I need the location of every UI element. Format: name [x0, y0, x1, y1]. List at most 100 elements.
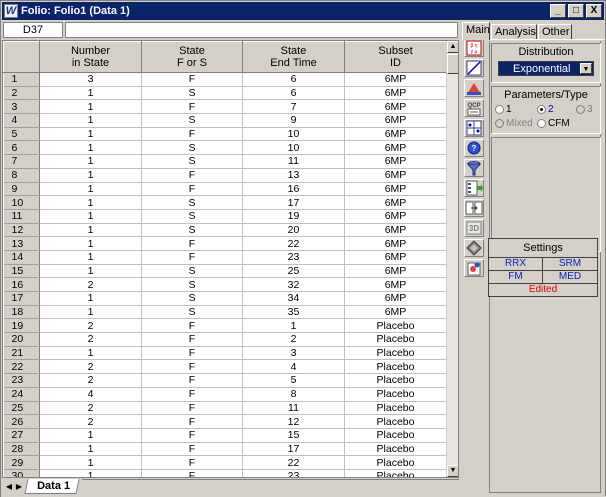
row-number[interactable]: 4: [3, 113, 40, 128]
table-row[interactable]: 15 1 S 25 6MP: [3, 264, 447, 279]
table-cell[interactable]: Placebo: [344, 387, 447, 402]
param-radio-mixed[interactable]: Mixed: [495, 118, 533, 129]
table-cell[interactable]: 35: [242, 305, 345, 320]
setting-srm[interactable]: SRM: [543, 258, 597, 271]
table-cell[interactable]: 6MP: [344, 182, 447, 197]
table-cell[interactable]: 1: [39, 250, 142, 265]
table-row[interactable]: 8 1 F 13 6MP: [3, 168, 447, 183]
table-cell[interactable]: 17: [242, 195, 345, 210]
add-folio-icon[interactable]: [464, 259, 484, 277]
table-cell[interactable]: 23: [242, 250, 345, 265]
cell-value-input[interactable]: [65, 22, 458, 38]
table-cell[interactable]: 10: [242, 127, 345, 142]
row-number[interactable]: 25: [3, 401, 40, 416]
filter-icon[interactable]: [464, 159, 484, 177]
row-number[interactable]: 24: [3, 387, 40, 402]
tab-main[interactable]: Main: [462, 22, 490, 40]
table-row[interactable]: 14 1 F 23 6MP: [3, 250, 447, 265]
table-cell[interactable]: F: [141, 72, 243, 87]
table-cell[interactable]: 25: [242, 264, 345, 279]
table-cell[interactable]: F: [141, 373, 243, 388]
table-cell[interactable]: 2: [39, 359, 142, 375]
table-cell[interactable]: 5: [242, 373, 345, 388]
table-cell[interactable]: S: [141, 195, 243, 210]
row-number[interactable]: 2: [3, 86, 40, 101]
table-cell[interactable]: Placebo: [344, 455, 447, 470]
table-cell[interactable]: 1: [39, 291, 142, 306]
table-cell[interactable]: F: [141, 346, 243, 361]
table-cell[interactable]: 1: [39, 442, 142, 457]
table-cell[interactable]: Placebo: [344, 318, 447, 334]
table-cell[interactable]: F: [141, 127, 243, 142]
table-cell[interactable]: 2: [39, 332, 142, 347]
sheet-next-icon[interactable]: ▶: [14, 481, 24, 493]
table-cell[interactable]: 6: [242, 86, 345, 101]
row-number[interactable]: 26: [3, 414, 40, 429]
table-cell[interactable]: F: [141, 250, 243, 265]
plot-icon[interactable]: [464, 59, 484, 77]
table-row[interactable]: 4 1 S 9 6MP: [3, 113, 447, 128]
table-cell[interactable]: 1: [39, 223, 142, 238]
table-cell[interactable]: 23: [242, 469, 345, 477]
table-cell[interactable]: S: [141, 154, 243, 169]
table-cell[interactable]: 12: [242, 414, 345, 429]
table-cell[interactable]: 1: [39, 168, 142, 183]
table-row[interactable]: 23 2 F 5 Placebo: [3, 373, 447, 388]
table-cell[interactable]: 6MP: [344, 209, 447, 224]
table-cell[interactable]: 1: [39, 195, 142, 210]
row-number[interactable]: 8: [3, 168, 40, 183]
table-cell[interactable]: 1: [39, 127, 142, 142]
table-cell[interactable]: S: [141, 140, 243, 156]
info-icon[interactable]: ?: [464, 139, 484, 157]
table-cell[interactable]: 1: [39, 99, 142, 115]
row-number[interactable]: 17: [3, 291, 40, 306]
table-cell[interactable]: F: [141, 99, 243, 115]
table-row[interactable]: 20 2 F 2 Placebo: [3, 332, 447, 347]
table-cell[interactable]: 11: [242, 401, 345, 416]
table-cell[interactable]: 1: [39, 182, 142, 197]
table-row[interactable]: 25 2 F 11 Placebo: [3, 401, 447, 416]
table-cell[interactable]: 6MP: [344, 127, 447, 142]
table-row[interactable]: 13 1 F 22 6MP: [3, 236, 447, 251]
table-cell[interactable]: 6MP: [344, 168, 447, 183]
table-cell[interactable]: 6MP: [344, 113, 447, 128]
chevron-down-icon[interactable]: ▼: [580, 63, 592, 74]
table-cell[interactable]: S: [141, 113, 243, 128]
table-cell[interactable]: 2: [39, 414, 142, 429]
row-number[interactable]: 30: [3, 469, 40, 477]
table-cell[interactable]: 16: [242, 182, 345, 197]
close-button[interactable]: X: [586, 4, 602, 18]
table-cell[interactable]: F: [141, 455, 243, 470]
table-cell[interactable]: Placebo: [344, 359, 447, 375]
table-cell[interactable]: Placebo: [344, 469, 447, 477]
table-cell[interactable]: 1: [39, 236, 142, 251]
table-cell[interactable]: 6MP: [344, 223, 447, 238]
table-cell[interactable]: 6MP: [344, 277, 447, 292]
tab-analysis[interactable]: Analysis: [491, 24, 537, 40]
table-cell[interactable]: S: [141, 86, 243, 101]
table-cell[interactable]: Placebo: [344, 401, 447, 416]
table-cell[interactable]: S: [141, 223, 243, 238]
row-number[interactable]: 16: [3, 277, 40, 292]
data-grid[interactable]: Number in State State F or S State End T…: [2, 40, 459, 478]
table-cell[interactable]: F: [141, 428, 243, 443]
row-number[interactable]: 1: [3, 72, 40, 87]
table-cell[interactable]: 2: [39, 373, 142, 388]
3d-plot-icon[interactable]: 3D: [464, 219, 484, 237]
table-cell[interactable]: 7: [242, 99, 345, 115]
scroll-down-icon[interactable]: ▼: [447, 465, 458, 477]
table-row[interactable]: 29 1 F 22 Placebo: [3, 455, 447, 470]
table-cell[interactable]: 6MP: [344, 264, 447, 279]
row-number[interactable]: 12: [3, 223, 40, 238]
transfer-icon[interactable]: [464, 199, 484, 217]
sheet-tab-data-1[interactable]: Data 1: [24, 479, 80, 494]
row-number[interactable]: 27: [3, 428, 40, 443]
table-cell[interactable]: 15: [242, 428, 345, 443]
table-row[interactable]: 6 1 S 10 6MP: [3, 140, 447, 156]
column-header-state-end-time[interactable]: State End Time: [242, 41, 345, 73]
table-cell[interactable]: 22: [242, 455, 345, 470]
table-cell[interactable]: 4: [39, 387, 142, 402]
table-row[interactable]: 28 1 F 17 Placebo: [3, 442, 447, 457]
distribution-select[interactable]: Exponential ▼: [498, 61, 594, 76]
table-cell[interactable]: 1: [39, 346, 142, 361]
